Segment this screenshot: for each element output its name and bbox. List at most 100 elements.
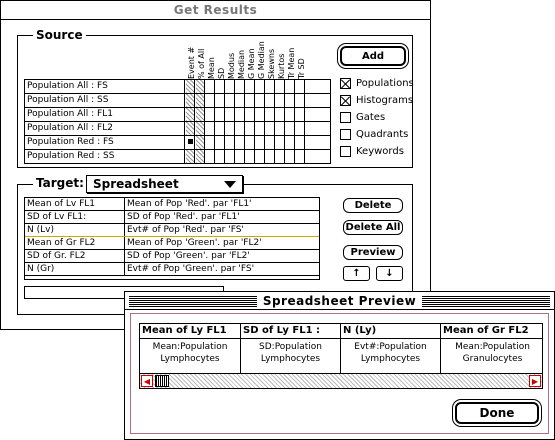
delete-button[interactable]: Delete xyxy=(343,198,403,213)
source-grid-cell[interactable] xyxy=(196,94,205,107)
scroll-right-button[interactable]: ▶ xyxy=(529,375,541,387)
add-button[interactable]: Add xyxy=(340,46,406,66)
preview-button[interactable]: Preview xyxy=(343,245,403,260)
source-grid-cell[interactable] xyxy=(256,136,265,149)
source-grid-cell[interactable] xyxy=(296,80,305,93)
source-grid-cell[interactable] xyxy=(216,80,225,93)
source-grid-cell[interactable] xyxy=(216,94,225,107)
source-grid-cell[interactable] xyxy=(256,122,265,135)
source-grid-cell[interactable] xyxy=(286,94,295,107)
source-grid-cell[interactable] xyxy=(296,108,305,121)
source-grid-cell[interactable] xyxy=(266,136,275,149)
scroll-left-button[interactable]: ◀ xyxy=(141,375,153,387)
move-up-button[interactable]: ↑ xyxy=(343,266,370,281)
source-grid-cell[interactable] xyxy=(186,122,195,135)
source-grid-cell[interactable] xyxy=(196,136,205,149)
source-grid-cell[interactable] xyxy=(216,108,225,121)
source-grid-cell[interactable] xyxy=(276,122,285,135)
source-grid-cell[interactable] xyxy=(256,80,265,93)
source-grid-cell[interactable] xyxy=(286,136,295,149)
source-grid-cell[interactable] xyxy=(216,150,225,163)
checkbox-box[interactable] xyxy=(340,146,351,157)
source-grid-cell[interactable] xyxy=(206,108,215,121)
source-grid-cell[interactable] xyxy=(206,80,215,93)
target-row[interactable]: N (Lv) Evt# of Pop 'Red'. par 'FS' xyxy=(25,224,319,237)
source-grid-cell[interactable] xyxy=(296,150,305,163)
source-grid-cell[interactable] xyxy=(226,150,235,163)
source-grid-cell[interactable] xyxy=(186,80,195,93)
source-grid-cell[interactable] xyxy=(226,108,235,121)
source-grid-cell[interactable] xyxy=(216,136,225,149)
source-grid-cell[interactable] xyxy=(296,122,305,135)
source-grid-cell[interactable] xyxy=(236,94,245,107)
source-grid[interactable] xyxy=(186,80,330,164)
target-row[interactable]: N (Gr) Evt# of Pop 'Green'. par 'FS' xyxy=(25,263,319,276)
title-bar[interactable]: Get Results xyxy=(1,1,430,20)
checkbox-box[interactable] xyxy=(340,112,351,123)
source-grid-cell[interactable] xyxy=(256,94,265,107)
populations-checkbox[interactable]: Populations xyxy=(340,78,414,89)
source-grid-cell[interactable] xyxy=(296,136,305,149)
source-grid-cell[interactable] xyxy=(246,150,255,163)
source-grid-cell[interactable] xyxy=(246,122,255,135)
delete-all-button[interactable]: Delete All xyxy=(343,220,403,235)
source-grid-cell[interactable] xyxy=(216,122,225,135)
source-grid-cell[interactable] xyxy=(266,108,275,121)
move-down-button[interactable]: ↓ xyxy=(376,266,403,281)
source-grid-cell[interactable] xyxy=(246,108,255,121)
target-row[interactable]: SD of Lv FL1: SD of Pop 'Red'. par 'FL1' xyxy=(25,211,319,224)
source-grid-cell[interactable] xyxy=(186,136,195,149)
source-grid-cell[interactable] xyxy=(276,150,285,163)
target-row[interactable]: Mean of Lv FL1 Mean of Pop 'Red'. par 'FL… xyxy=(25,198,319,211)
source-grid-cell[interactable] xyxy=(236,122,245,135)
preview-sheet[interactable]: Mean of Ly FL1 Mean:Population Lymphocyt… xyxy=(139,323,543,389)
checkbox-box[interactable] xyxy=(340,95,351,106)
source-grid-cell[interactable] xyxy=(246,94,255,107)
source-grid-cell[interactable] xyxy=(266,80,275,93)
source-grid-cell[interactable] xyxy=(196,122,205,135)
horizontal-scrollbar[interactable]: ◀ ▶ xyxy=(140,373,542,388)
source-grid-cell[interactable] xyxy=(236,80,245,93)
source-table[interactable]: Population All : FS Population All : SS … xyxy=(24,79,331,164)
checkbox-box[interactable] xyxy=(340,129,351,140)
source-grid-cell[interactable] xyxy=(276,80,285,93)
source-grid-cell[interactable] xyxy=(186,108,195,121)
source-grid-cell[interactable] xyxy=(206,136,215,149)
keywords-checkbox[interactable]: Keywords xyxy=(340,146,404,157)
source-grid-cell[interactable] xyxy=(236,108,245,121)
target-row[interactable]: Mean of Gr FL2 Mean of Pop 'Green'. par '… xyxy=(25,237,319,250)
source-grid-cell[interactable] xyxy=(206,150,215,163)
source-grid-cell[interactable] xyxy=(276,94,285,107)
source-grid-cell[interactable] xyxy=(226,80,235,93)
source-grid-cell[interactable] xyxy=(206,94,215,107)
target-row[interactable]: SD of Gr. FL2 SD of Pop 'Green'. par 'FL2… xyxy=(25,250,319,263)
source-grid-cell[interactable] xyxy=(226,122,235,135)
source-grid-cell[interactable] xyxy=(236,150,245,163)
source-grid-cell[interactable] xyxy=(256,108,265,121)
title-bar[interactable]: Spreadsheet Preview xyxy=(125,292,554,310)
source-grid-cell[interactable] xyxy=(266,122,275,135)
source-grid-cell[interactable] xyxy=(266,150,275,163)
source-grid-cell[interactable] xyxy=(286,150,295,163)
source-grid-cell[interactable] xyxy=(286,108,295,121)
source-grid-cell[interactable] xyxy=(196,80,205,93)
source-grid-cell[interactable] xyxy=(286,80,295,93)
target-popup[interactable]: Spreadsheet xyxy=(86,175,243,193)
source-grid-cell[interactable] xyxy=(206,122,215,135)
source-grid-cell[interactable] xyxy=(226,94,235,107)
source-grid-cell[interactable] xyxy=(226,136,235,149)
done-button[interactable]: Done xyxy=(455,402,539,424)
source-grid-cell[interactable] xyxy=(266,94,275,107)
source-grid-cell[interactable] xyxy=(296,94,305,107)
source-grid-cell[interactable] xyxy=(196,108,205,121)
source-grid-cell[interactable] xyxy=(196,150,205,163)
source-grid-cell[interactable] xyxy=(236,136,245,149)
source-grid-cell[interactable] xyxy=(186,150,195,163)
scroll-thumb[interactable] xyxy=(155,375,169,387)
source-grid-cell[interactable] xyxy=(246,80,255,93)
target-table[interactable]: Mean of Lv FL1 Mean of Pop 'Red'. par 'FL… xyxy=(24,197,320,280)
source-grid-cell[interactable] xyxy=(246,136,255,149)
quadrants-checkbox[interactable]: Quadrants xyxy=(340,129,408,140)
source-grid-cell[interactable] xyxy=(286,122,295,135)
histograms-checkbox[interactable]: Histograms xyxy=(340,95,413,106)
